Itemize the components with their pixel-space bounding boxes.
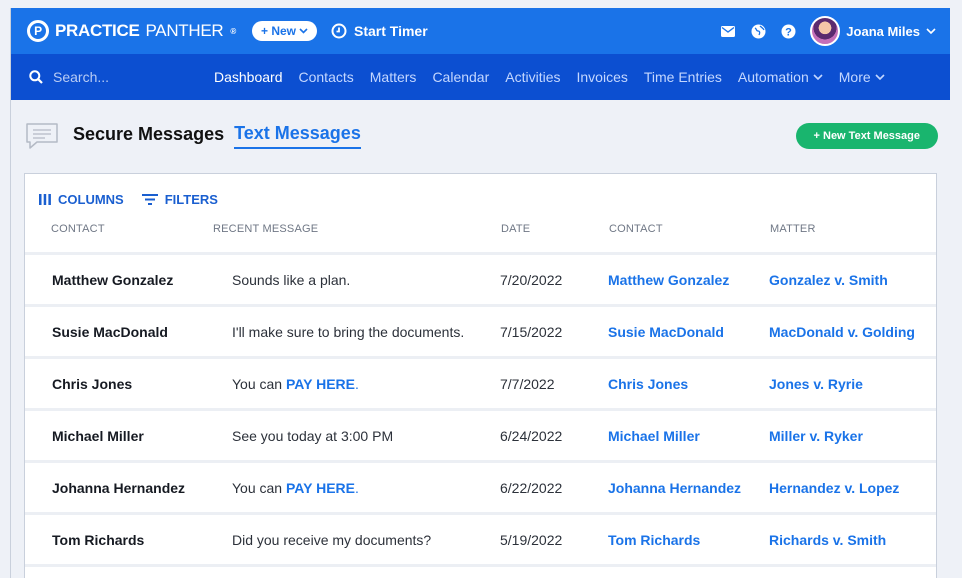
mail-icon[interactable] bbox=[720, 23, 736, 39]
chevron-down-icon bbox=[926, 28, 936, 34]
row-matter-link[interactable]: Jones v. Ryrie bbox=[769, 376, 863, 392]
pay-here-link[interactable]: PAY HERE bbox=[286, 480, 355, 496]
chevron-down-icon bbox=[299, 28, 308, 34]
new-button-label: + New bbox=[260, 24, 296, 38]
row-matter-link[interactable]: MacDonald v. Golding bbox=[769, 324, 915, 340]
nav-item-dashboard[interactable]: Dashboard bbox=[214, 69, 283, 85]
table-row[interactable]: Johanna Hernandez You can PAY HERE. 6/22… bbox=[25, 463, 936, 515]
row-contact: Johanna Hernandez bbox=[52, 479, 186, 496]
row-date: 5/19/2022 bbox=[500, 531, 563, 548]
nav-item-calendar[interactable]: Calendar bbox=[432, 69, 489, 85]
page-header: Secure Messages Text Messages + New Text… bbox=[11, 100, 950, 172]
new-text-message-button[interactable]: + New Text Message bbox=[795, 123, 938, 149]
columns-label: COLUMNS bbox=[58, 192, 124, 207]
column-header-matter[interactable]: MATTER bbox=[770, 223, 816, 252]
column-header-date[interactable]: DATE bbox=[501, 223, 609, 252]
search-icon bbox=[29, 70, 43, 84]
table-row[interactable]: Chris Jones You can PAY HERE. 7/7/2022 C… bbox=[25, 359, 936, 411]
user-menu[interactable]: Joana Miles bbox=[810, 16, 936, 46]
message-icon bbox=[26, 123, 58, 149]
row-message: Sounds like a plan. bbox=[232, 271, 351, 288]
nav-item-more-label: More bbox=[838, 69, 871, 85]
nav-item-automation-label: Automation bbox=[737, 69, 809, 85]
tab-text-messages[interactable]: Text Messages bbox=[234, 123, 361, 149]
row-message: I'll make sure to bring the documents. bbox=[232, 323, 465, 340]
messages-table-card: COLUMNS FILTERS CONTACT RECENT MESSAGE D… bbox=[24, 173, 937, 578]
table-header: CONTACT RECENT MESSAGE DATE CONTACT MATT… bbox=[25, 207, 936, 255]
row-matter-link[interactable]: Richards v. Smith bbox=[769, 532, 886, 548]
row-contact-link[interactable]: Johanna Hernandez bbox=[608, 480, 769, 496]
brand-registered: ® bbox=[230, 26, 236, 36]
filters-button[interactable]: FILTERS bbox=[141, 192, 218, 207]
user-name: Joana Miles bbox=[846, 23, 920, 39]
logo-mark: P bbox=[27, 20, 49, 42]
row-contact: Michael Miller bbox=[52, 427, 144, 444]
search-input[interactable]: Search... bbox=[29, 69, 214, 85]
svg-text:?: ? bbox=[785, 26, 792, 38]
globe-icon[interactable] bbox=[750, 23, 766, 39]
start-timer-button[interactable]: Start Timer bbox=[331, 23, 428, 39]
row-date: 6/24/2022 bbox=[500, 427, 563, 444]
nav-bar: Search... Dashboard Contacts Matters Cal… bbox=[11, 54, 950, 100]
row-contact: Matthew Gonzalez bbox=[52, 271, 174, 288]
row-matter-link[interactable]: Miller v. Ryker bbox=[769, 428, 863, 444]
column-header-contact-link[interactable]: CONTACT bbox=[609, 223, 770, 252]
chevron-down-icon bbox=[875, 74, 885, 80]
pay-here-link[interactable]: PAY HERE bbox=[286, 376, 355, 392]
row-contact: Tom Richards bbox=[52, 531, 145, 548]
help-icon[interactable]: ? bbox=[780, 23, 796, 39]
row-date: 7/7/2022 bbox=[500, 375, 555, 392]
nav-item-contacts[interactable]: Contacts bbox=[299, 69, 354, 85]
table-row[interactable]: Tom Richards Did you receive my document… bbox=[25, 515, 936, 567]
search-placeholder: Search... bbox=[53, 69, 110, 85]
brand-name-bold: PRACTICE bbox=[55, 21, 140, 40]
row-date: 6/22/2022 bbox=[500, 479, 563, 496]
columns-button[interactable]: COLUMNS bbox=[39, 192, 124, 207]
nav-item-time-entries[interactable]: Time Entries bbox=[644, 69, 722, 85]
row-contact-link[interactable]: Tom Richards bbox=[608, 532, 769, 548]
row-date: 7/15/2022 bbox=[500, 323, 563, 340]
tab-secure-messages[interactable]: Secure Messages bbox=[73, 124, 224, 148]
brand-logo[interactable]: P PRACTICE PANTHER ® bbox=[27, 20, 236, 42]
table-row[interactable]: Michael Miller See you today at 3:00 PM … bbox=[25, 411, 936, 463]
row-matter-link[interactable]: Gonzalez v. Smith bbox=[769, 272, 888, 288]
columns-icon bbox=[39, 194, 51, 205]
row-contact-link[interactable]: Michael Miller bbox=[608, 428, 769, 444]
row-date: 7/20/2022 bbox=[500, 271, 563, 288]
row-contact: Chris Jones bbox=[52, 375, 133, 392]
nav-item-more[interactable]: More bbox=[839, 69, 885, 85]
column-header-recent-message[interactable]: RECENT MESSAGE bbox=[213, 223, 501, 252]
table-toolbar: COLUMNS FILTERS bbox=[25, 174, 936, 207]
new-button[interactable]: + New bbox=[251, 21, 317, 41]
brand-name-light: PANTHER bbox=[145, 21, 224, 40]
row-message-with-link: You can PAY HERE. bbox=[232, 375, 359, 392]
filter-icon bbox=[141, 194, 158, 205]
nav-item-activities[interactable]: Activities bbox=[505, 69, 560, 85]
nav-item-invoices[interactable]: Invoices bbox=[577, 69, 628, 85]
row-message: You can bbox=[232, 479, 286, 496]
table-row[interactable]: Matthew Gonzalez Sounds like a plan. 7/2… bbox=[25, 255, 936, 307]
row-message: See you today at 3:00 PM bbox=[232, 427, 394, 444]
avatar bbox=[810, 16, 841, 46]
nav-item-matters[interactable]: Matters bbox=[370, 69, 417, 85]
top-bar: P PRACTICE PANTHER ® + New Start Timer ? J… bbox=[11, 8, 950, 54]
chevron-down-icon bbox=[813, 74, 823, 80]
row-message-with-link: You can PAY HERE. bbox=[232, 479, 359, 496]
filters-label: FILTERS bbox=[164, 192, 218, 207]
row-contact-link[interactable]: Chris Jones bbox=[608, 376, 769, 392]
table-row[interactable]: Susie MacDonald I'll make sure to bring … bbox=[25, 307, 936, 359]
nav-item-automation[interactable]: Automation bbox=[738, 69, 823, 85]
row-contact-link[interactable]: Matthew Gonzalez bbox=[608, 272, 769, 288]
start-timer-label: Start Timer bbox=[354, 23, 428, 39]
clock-icon bbox=[331, 23, 347, 39]
row-contact: Susie MacDonald bbox=[52, 323, 168, 340]
row-message: Did you receive my documents? bbox=[232, 531, 432, 548]
app-window: P PRACTICE PANTHER ® + New Start Timer ? J… bbox=[10, 8, 950, 578]
row-message: You can bbox=[232, 375, 286, 392]
row-matter-link[interactable]: Hernandez v. Lopez bbox=[769, 480, 899, 496]
column-header-contact[interactable]: CONTACT bbox=[51, 223, 213, 252]
row-contact-link[interactable]: Susie MacDonald bbox=[608, 324, 769, 340]
